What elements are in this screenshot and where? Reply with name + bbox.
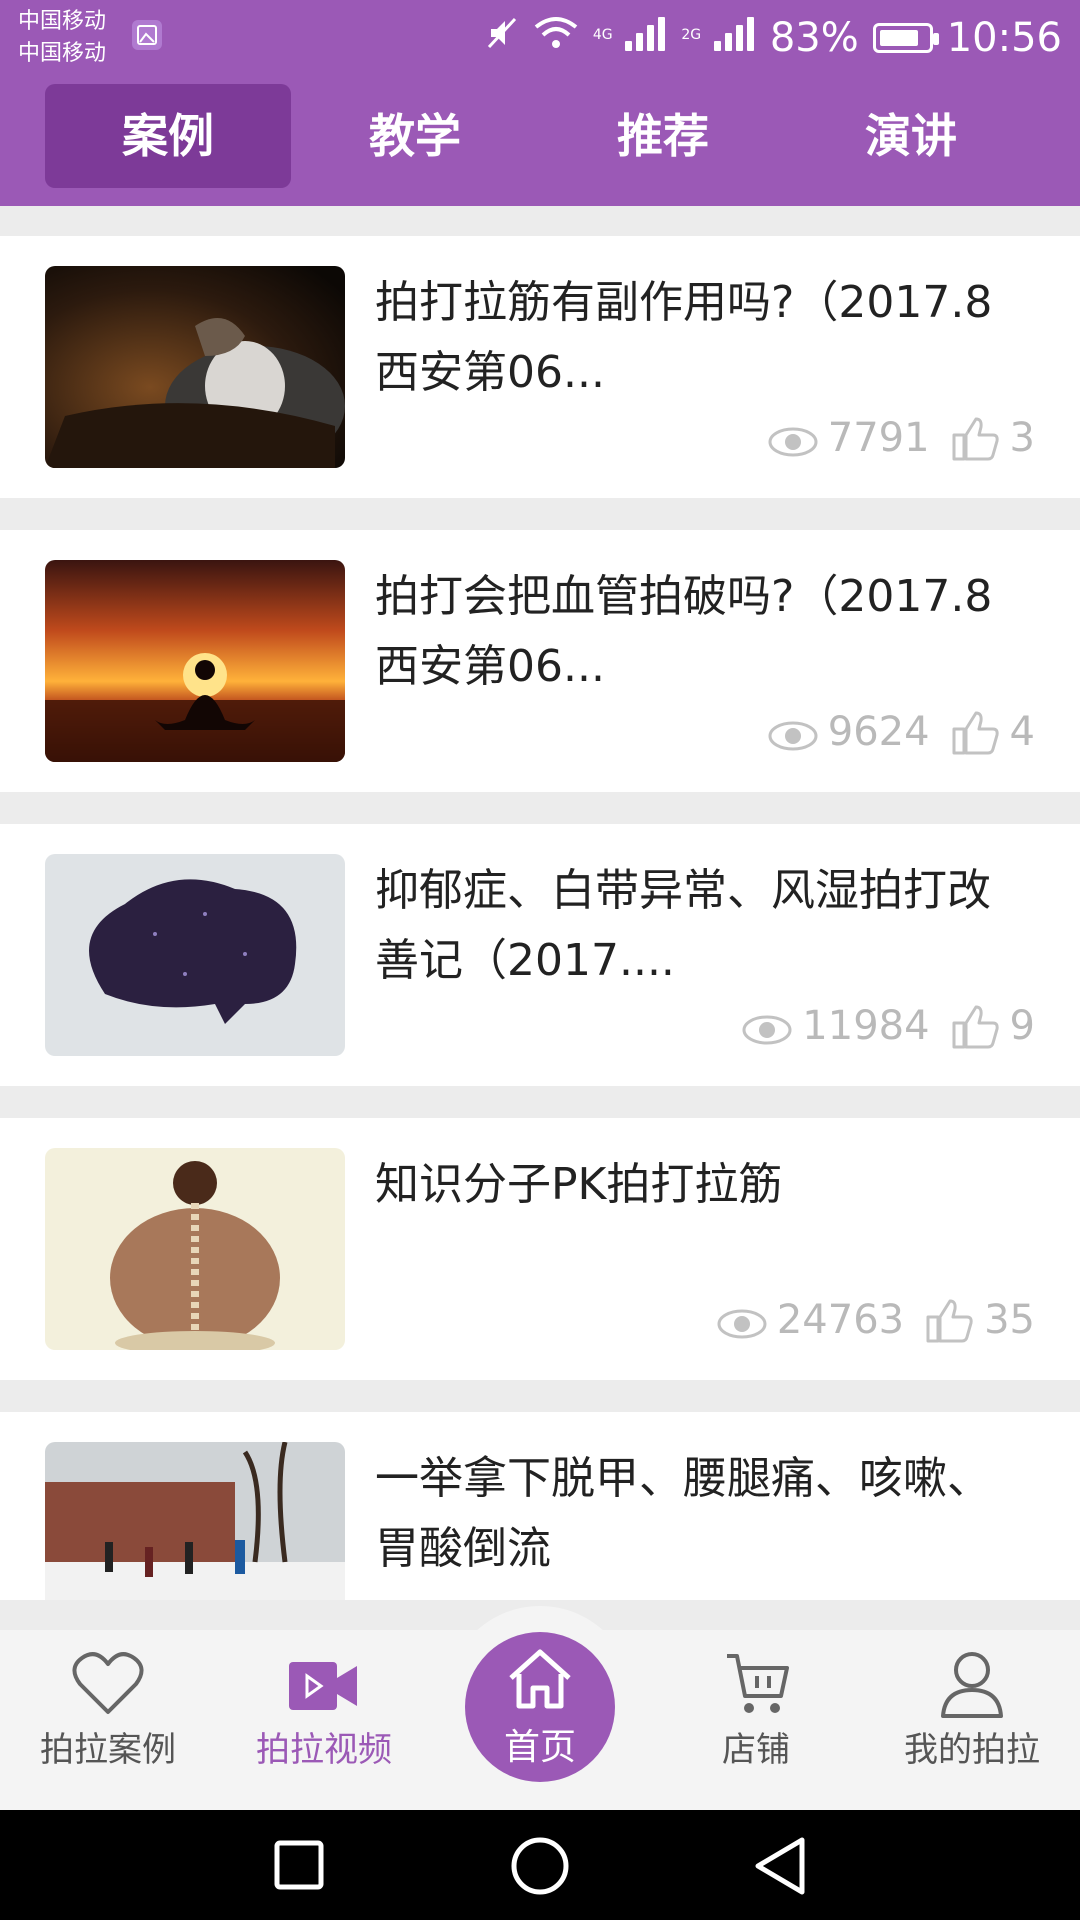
nav-videos[interactable]: 拍拉视频 bbox=[216, 1630, 432, 1810]
article-card[interactable]: 知识分子PK拍打拉筋 24763 35 bbox=[0, 1118, 1080, 1380]
home-circle-icon[interactable] bbox=[510, 1836, 570, 1900]
back-icon[interactable] bbox=[752, 1836, 808, 1900]
home-icon bbox=[505, 1646, 575, 1714]
view-count: 11984 bbox=[802, 1003, 930, 1049]
view-count: 7791 bbox=[827, 415, 930, 461]
mute-icon bbox=[485, 15, 519, 61]
nav-label: 拍拉案例 bbox=[40, 1730, 176, 1770]
app-header: 中国移动 中国移动 4G 2G 83% 10:56 案例 教学 推荐 演讲 bbox=[0, 0, 1080, 206]
eye-icon bbox=[742, 1010, 792, 1045]
status-bar: 中国移动 中国移动 4G 2G 83% 10:56 bbox=[0, 0, 1080, 78]
tab-teaching[interactable]: 教学 bbox=[292, 84, 538, 188]
article-thumbnail bbox=[45, 560, 345, 762]
nav-home-label: 首页 bbox=[503, 1727, 576, 1768]
nav-profile[interactable]: 我的拍拉 bbox=[864, 1630, 1080, 1810]
article-thumbnail bbox=[45, 266, 345, 468]
article-title[interactable]: 抑郁症、白带异常、风湿拍打改善记（2017.... bbox=[375, 856, 1015, 996]
article-stats: 7791 3 bbox=[768, 414, 1035, 462]
article-thumbnail bbox=[45, 1148, 345, 1350]
article-title[interactable]: 拍打拉筋有副作用吗?（2017.8西安第06... bbox=[375, 268, 1015, 408]
article-thumbnail bbox=[45, 854, 345, 1056]
nav-label: 店铺 bbox=[722, 1730, 790, 1770]
tab-cases[interactable]: 案例 bbox=[45, 84, 291, 188]
video-icon bbox=[289, 1650, 359, 1718]
heart-icon bbox=[72, 1650, 144, 1720]
network-label-2: 2G bbox=[681, 27, 702, 43]
view-count: 9624 bbox=[827, 709, 930, 755]
tab-recommend[interactable]: 推荐 bbox=[540, 84, 786, 188]
article-card[interactable]: 一举拿下脱甲、腰腿痛、咳嗽、胃酸倒流 bbox=[0, 1412, 1080, 1600]
tab-speech[interactable]: 演讲 bbox=[788, 84, 1034, 188]
nav-shop[interactable]: 店铺 bbox=[648, 1630, 864, 1810]
eye-icon bbox=[717, 1304, 767, 1339]
like-count: 4 bbox=[1009, 709, 1035, 755]
article-stats: 24763 35 bbox=[717, 1296, 1035, 1344]
clock: 10:56 bbox=[946, 15, 1062, 61]
article-stats: 9624 4 bbox=[768, 708, 1035, 756]
thumbs-up-icon[interactable] bbox=[950, 415, 1000, 461]
like-count: 9 bbox=[1009, 1003, 1035, 1049]
like-count: 3 bbox=[1009, 415, 1035, 461]
carrier-info: 中国移动 中国移动 bbox=[18, 6, 106, 70]
article-thumbnail bbox=[45, 1442, 345, 1600]
view-count: 24763 bbox=[776, 1297, 905, 1343]
network-label-1: 4G bbox=[592, 27, 613, 43]
battery-percent: 83% bbox=[769, 15, 859, 61]
eye-icon bbox=[768, 422, 818, 457]
article-card[interactable]: 抑郁症、白带异常、风湿拍打改善记（2017.... 11984 9 bbox=[0, 824, 1080, 1086]
thumbs-up-icon[interactable] bbox=[950, 1003, 1000, 1049]
wifi-icon bbox=[533, 15, 579, 61]
status-icons: 4G 2G 83% 10:56 bbox=[485, 12, 1062, 64]
article-title[interactable]: 知识分子PK拍打拉筋 bbox=[375, 1150, 1015, 1290]
recent-apps-icon[interactable] bbox=[274, 1840, 324, 1894]
nav-cases[interactable]: 拍拉案例 bbox=[0, 1630, 216, 1810]
article-card[interactable]: 拍打会把血管拍破吗?（2017.8西安第06... 9624 4 bbox=[0, 530, 1080, 792]
cart-icon bbox=[721, 1650, 791, 1724]
thumbs-up-icon[interactable] bbox=[950, 709, 1000, 755]
article-list: 拍打拉筋有副作用吗?（2017.8西安第06... 7791 3 拍打会把血管拍… bbox=[0, 206, 1080, 1600]
article-title[interactable]: 拍打会把血管拍破吗?（2017.8西安第06... bbox=[375, 562, 1015, 702]
gallery-notification-icon bbox=[132, 20, 162, 50]
category-tabs: 案例 教学 推荐 演讲 bbox=[0, 84, 1080, 190]
eye-icon bbox=[768, 716, 818, 751]
carrier-1: 中国移动 bbox=[18, 9, 107, 34]
system-nav-bar bbox=[0, 1810, 1080, 1920]
signal-4g-icon: 4G bbox=[593, 15, 667, 61]
like-count: 35 bbox=[984, 1297, 1035, 1343]
nav-label: 我的拍拉 bbox=[904, 1730, 1040, 1770]
signal-2g-icon: 2G bbox=[681, 15, 755, 61]
battery-icon bbox=[872, 23, 939, 53]
carrier-2: 中国移动 bbox=[18, 41, 107, 66]
article-title[interactable]: 一举拿下脱甲、腰腿痛、咳嗽、胃酸倒流 bbox=[375, 1444, 1015, 1584]
user-icon bbox=[939, 1650, 1005, 1724]
article-card[interactable]: 拍打拉筋有副作用吗?（2017.8西安第06... 7791 3 bbox=[0, 236, 1080, 498]
nav-label: 拍拉视频 bbox=[256, 1730, 392, 1770]
article-stats: 11984 9 bbox=[742, 1002, 1035, 1050]
thumbs-up-icon[interactable] bbox=[924, 1297, 974, 1343]
